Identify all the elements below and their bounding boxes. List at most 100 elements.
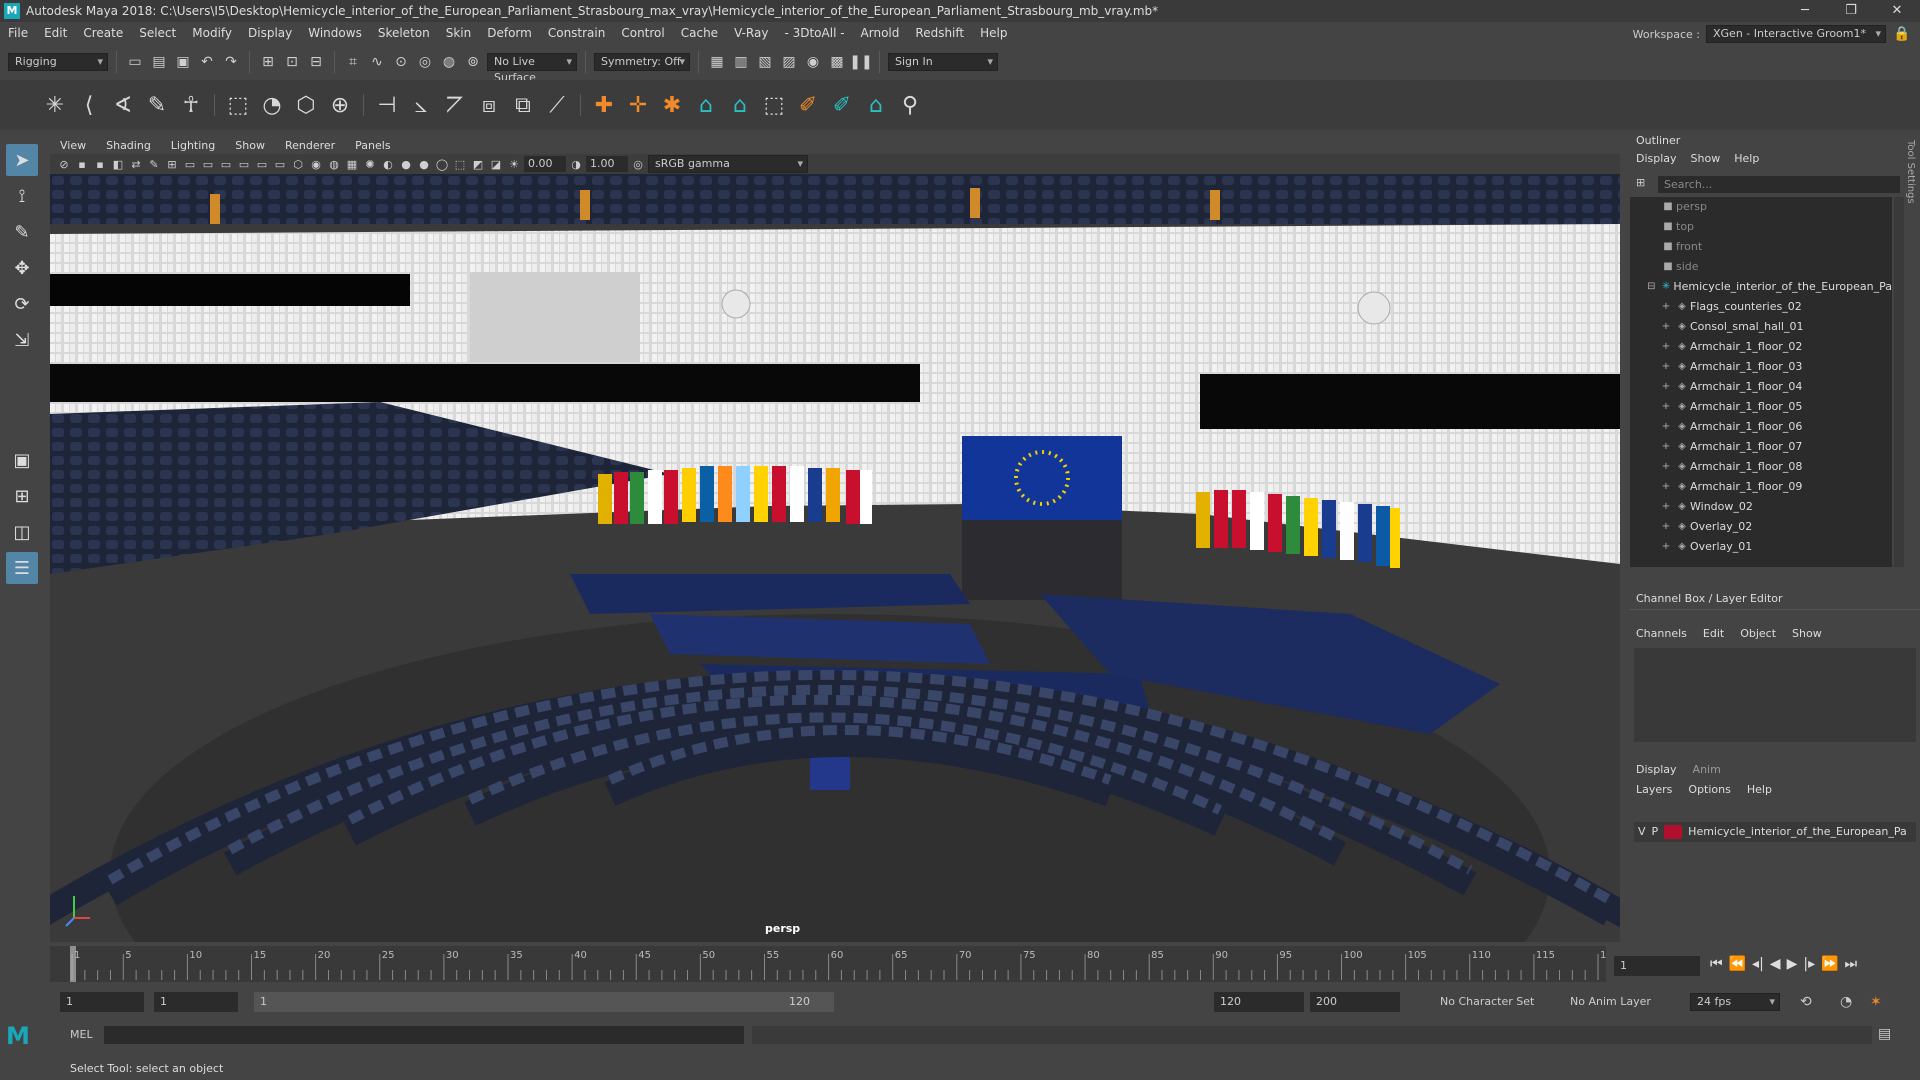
channel-menu-edit[interactable]: Edit bbox=[1703, 624, 1724, 644]
four-view-icon[interactable]: ⊞ bbox=[6, 480, 38, 512]
filter-icon[interactable]: ⊞ bbox=[1636, 176, 1645, 189]
paint-select-icon[interactable]: ✎ bbox=[6, 216, 38, 248]
start-time-field[interactable]: 1 bbox=[60, 992, 144, 1012]
locator-snap-icon[interactable]: ✛ bbox=[623, 90, 653, 120]
orient-constraint-icon[interactable]: ⦢ bbox=[440, 90, 470, 120]
snap-view-icon[interactable]: ◎ bbox=[415, 52, 435, 72]
safe-title-icon[interactable]: ▭ bbox=[272, 156, 288, 172]
outliner-menu-display[interactable]: Display bbox=[1636, 150, 1677, 168]
pole-vector-icon[interactable]: ⟋ bbox=[542, 90, 572, 120]
menu-select[interactable]: Select bbox=[131, 26, 184, 40]
menu-constrain[interactable]: Constrain bbox=[540, 26, 614, 40]
list-item[interactable]: + ◈ Armchair_1_floor_06 bbox=[1630, 417, 1892, 437]
layer-playback-toggle[interactable]: P bbox=[1652, 822, 1659, 842]
end-time-field[interactable]: 200 bbox=[1310, 992, 1400, 1012]
close-icon[interactable]: ✕ bbox=[1874, 0, 1920, 22]
sign-in-button[interactable]: Sign In bbox=[888, 53, 998, 71]
lights-icon[interactable]: ✺ bbox=[362, 156, 378, 172]
list-item[interactable]: + ◈ Armchair_1_floor_04 bbox=[1630, 377, 1892, 397]
expand-icon[interactable]: + bbox=[1658, 437, 1674, 457]
menu-file[interactable]: File bbox=[0, 26, 36, 40]
snap-curve-icon[interactable]: ∿ bbox=[367, 52, 387, 72]
render-frame-icon[interactable]: ▦ bbox=[707, 52, 727, 72]
two-view-icon[interactable]: ◫ bbox=[6, 516, 38, 548]
menu-modify[interactable]: Modify bbox=[184, 26, 240, 40]
render-settings-icon[interactable]: ◉ bbox=[803, 52, 823, 72]
list-item[interactable]: + ◈ Armchair_1_floor_08 bbox=[1630, 457, 1892, 477]
list-item[interactable]: + ◈ Armchair_1_floor_05 bbox=[1630, 397, 1892, 417]
snap-vertex-icon[interactable]: ⊚ bbox=[463, 52, 483, 72]
expand-icon[interactable]: + bbox=[1658, 497, 1674, 517]
command-language-label[interactable]: MEL bbox=[70, 1028, 93, 1041]
step-forward-icon[interactable]: |▸ bbox=[1803, 956, 1815, 972]
step-back-key-icon[interactable]: ⏪ bbox=[1729, 956, 1746, 972]
list-item[interactable]: + ◈ Armchair_1_floor_02 bbox=[1630, 337, 1892, 357]
gamma-field[interactable]: 1.00 bbox=[586, 156, 628, 172]
tab-anim[interactable]: Anim bbox=[1693, 760, 1721, 780]
menu-set-dropdown[interactable]: Rigging bbox=[8, 53, 108, 71]
tool-settings-tab[interactable]: Tool Settings bbox=[1900, 140, 1916, 240]
color-space-dropdown[interactable]: sRGB gamma bbox=[648, 155, 808, 173]
menu-skeleton[interactable]: Skeleton bbox=[370, 26, 438, 40]
menu-control[interactable]: Control bbox=[613, 26, 672, 40]
paint-weights-icon[interactable]: ✎ bbox=[142, 90, 172, 120]
expand-icon[interactable]: + bbox=[1658, 417, 1674, 437]
list-item[interactable]: + ◈ Window_02 bbox=[1630, 497, 1892, 517]
select-tool-icon[interactable]: ➤ bbox=[6, 144, 38, 176]
grid-icon[interactable]: ⊞ bbox=[164, 156, 180, 172]
anti-aliasing-icon[interactable]: ◯ bbox=[434, 156, 450, 172]
anim-layer-dropdown[interactable]: No Anim Layer bbox=[1564, 992, 1674, 1012]
gamma-icon[interactable]: ◑ bbox=[568, 156, 584, 172]
expand-icon[interactable]: + bbox=[1658, 297, 1674, 317]
list-item[interactable]: + ◈ Armchair_1_floor_03 bbox=[1630, 357, 1892, 377]
image-plane-icon[interactable]: ◧ bbox=[110, 156, 126, 172]
vp-menu-panels[interactable]: Panels bbox=[345, 139, 400, 152]
expand-icon[interactable]: + bbox=[1658, 537, 1674, 557]
list-item[interactable]: ■ side bbox=[1630, 257, 1892, 277]
bind-skin-icon[interactable]: ⬚ bbox=[223, 90, 253, 120]
single-view-icon[interactable]: ▣ bbox=[6, 444, 38, 476]
resolution-gate-icon[interactable]: ▭ bbox=[200, 156, 216, 172]
menu-create[interactable]: Create bbox=[75, 26, 131, 40]
layer-menu-help[interactable]: Help bbox=[1747, 780, 1772, 800]
undo-icon[interactable]: ↶ bbox=[197, 52, 217, 72]
safe-action-icon[interactable]: ▭ bbox=[254, 156, 270, 172]
menu-redshift[interactable]: Redshift bbox=[907, 26, 972, 40]
auto-key-icon[interactable]: ◔ bbox=[1840, 994, 1852, 1010]
channel-menu-object[interactable]: Object bbox=[1740, 624, 1776, 644]
shadows-icon[interactable]: ◐ bbox=[380, 156, 396, 172]
smooth-bind-icon[interactable]: ◔ bbox=[257, 90, 287, 120]
camera-attr-icon[interactable]: ▪ bbox=[74, 156, 90, 172]
parent-constraint-icon[interactable]: ⧉ bbox=[508, 90, 538, 120]
channel-menu-show[interactable]: Show bbox=[1792, 624, 1822, 644]
menu-help[interactable]: Help bbox=[972, 26, 1015, 40]
grease-pencil-icon[interactable]: ✎ bbox=[146, 156, 162, 172]
range-slider[interactable]: 1 120 bbox=[254, 992, 834, 1012]
expand-icon[interactable]: + bbox=[1658, 337, 1674, 357]
ik-handle-icon[interactable]: ⟨ bbox=[74, 90, 104, 120]
time-slider[interactable]: 1 5 10 15 20 25 30 35 40 45 50 55 60 65 70 75 80 85 90 95 10… bbox=[50, 946, 1619, 982]
save-scene-icon[interactable]: ▣ bbox=[173, 52, 193, 72]
wireframe-on-shaded-icon[interactable]: ◍ bbox=[326, 156, 342, 172]
gate-mask-icon[interactable]: ▭ bbox=[218, 156, 234, 172]
pin-tool-icon[interactable]: ⚲ bbox=[895, 90, 925, 120]
anim-prefs-icon[interactable]: ✶ bbox=[1870, 994, 1882, 1010]
outliner-menu-help[interactable]: Help bbox=[1734, 150, 1759, 168]
snap-point-icon[interactable]: ⊙ bbox=[391, 52, 411, 72]
list-item[interactable]: ■ top bbox=[1630, 217, 1892, 237]
new-scene-icon[interactable]: ▭ bbox=[125, 52, 145, 72]
snap-surface-icon[interactable]: ◍ bbox=[439, 52, 459, 72]
go-to-end-icon[interactable]: ⏭ bbox=[1845, 956, 1858, 972]
joint-tool-icon[interactable]: ✳ bbox=[40, 90, 70, 120]
snap-grid-icon[interactable]: ⌗ bbox=[343, 52, 363, 72]
skeleton-icon[interactable]: ☥ bbox=[176, 90, 206, 120]
expand-icon[interactable]: + bbox=[1658, 397, 1674, 417]
open-scene-icon[interactable]: ▤ bbox=[149, 52, 169, 72]
motion-blur-icon[interactable]: ● bbox=[416, 156, 432, 172]
vp-menu-view[interactable]: View bbox=[50, 139, 96, 152]
vp-menu-renderer[interactable]: Renderer bbox=[275, 139, 345, 152]
lattice-icon[interactable]: ⬡ bbox=[291, 90, 321, 120]
channel-menu-channels[interactable]: Channels bbox=[1636, 624, 1687, 644]
outliner-tree[interactable]: ■ persp ■ top ■ front ■ side ⊟ ✳ Hemicycle_int… bbox=[1630, 197, 1892, 567]
symmetry-dropdown[interactable]: Symmetry: Off bbox=[594, 53, 690, 71]
